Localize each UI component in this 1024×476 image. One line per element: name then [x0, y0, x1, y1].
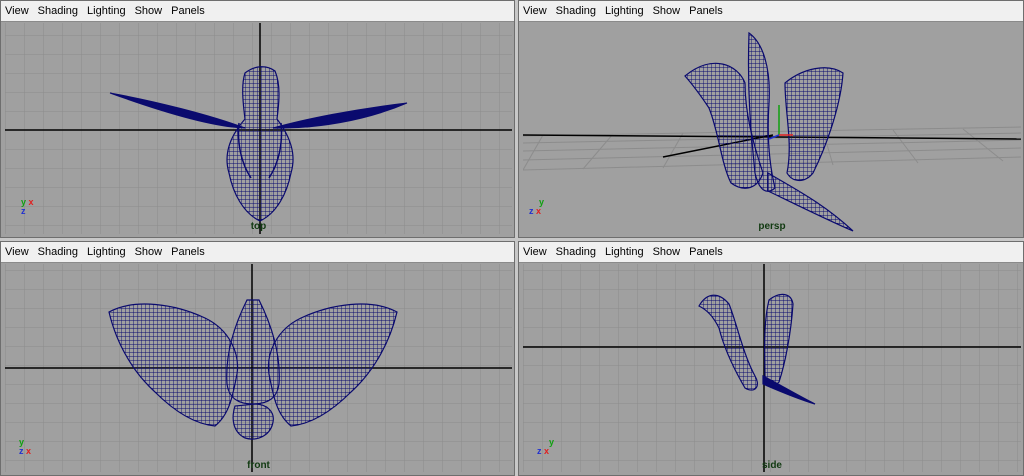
viewport-panel-persp[interactable]: View Shading Lighting Show Panels y z x …: [518, 0, 1024, 238]
persp-view-scene: [523, 31, 1021, 232]
camera-label-persp: persp: [758, 221, 786, 232]
side-view-scene: [523, 264, 1021, 472]
menu-view[interactable]: View: [5, 246, 29, 258]
panel-menubar: View Shading Lighting Show Panels: [519, 242, 1023, 263]
front-view-scene: [5, 264, 512, 472]
menu-view[interactable]: View: [523, 246, 547, 258]
axis-indicator-front: y z x: [19, 437, 32, 456]
menu-shading[interactable]: Shading: [38, 246, 78, 258]
menu-lighting[interactable]: Lighting: [87, 246, 126, 258]
camera-label-top: top: [250, 221, 267, 232]
panel-menubar: View Shading Lighting Show Panels: [1, 1, 514, 22]
persp-grid: [523, 126, 1021, 171]
axis-indicator-persp: y z x: [529, 197, 545, 216]
panel-menubar: View Shading Lighting Show Panels: [519, 1, 1023, 22]
top-view-scene: [5, 23, 512, 234]
menu-show[interactable]: Show: [135, 246, 163, 258]
menu-view[interactable]: View: [5, 5, 29, 17]
axis-indicator-side: y z x: [537, 437, 555, 456]
menu-view[interactable]: View: [523, 5, 547, 17]
panel-menubar: View Shading Lighting Show Panels: [1, 242, 514, 263]
viewport-canvas-persp[interactable]: y z x persp: [523, 23, 1021, 234]
viewport-canvas-side[interactable]: y z x side: [523, 264, 1021, 472]
menu-panels[interactable]: Panels: [689, 5, 723, 17]
menu-panels[interactable]: Panels: [171, 246, 205, 258]
camera-label-side: side: [761, 460, 782, 471]
menu-show[interactable]: Show: [653, 246, 681, 258]
menu-panels[interactable]: Panels: [689, 246, 723, 258]
viewport-panel-front[interactable]: View Shading Lighting Show Panels y z x …: [0, 241, 515, 476]
menu-shading[interactable]: Shading: [556, 5, 596, 17]
viewport-panel-top[interactable]: View Shading Lighting Show Panels y x z …: [0, 0, 515, 238]
camera-label-front: front: [247, 460, 270, 471]
menu-shading[interactable]: Shading: [556, 246, 596, 258]
menu-lighting[interactable]: Lighting: [605, 246, 644, 258]
menu-panels[interactable]: Panels: [171, 5, 205, 17]
menu-shading[interactable]: Shading: [38, 5, 78, 17]
menu-show[interactable]: Show: [653, 5, 681, 17]
viewport-panel-side[interactable]: View Shading Lighting Show Panels y z x …: [518, 241, 1024, 476]
axis-indicator-top: y x z: [21, 197, 34, 216]
menu-lighting[interactable]: Lighting: [87, 5, 126, 17]
menu-lighting[interactable]: Lighting: [605, 5, 644, 17]
viewport-canvas-top[interactable]: y x z top: [5, 23, 512, 234]
viewport-canvas-front[interactable]: y z x front: [5, 264, 512, 472]
menu-show[interactable]: Show: [135, 5, 163, 17]
